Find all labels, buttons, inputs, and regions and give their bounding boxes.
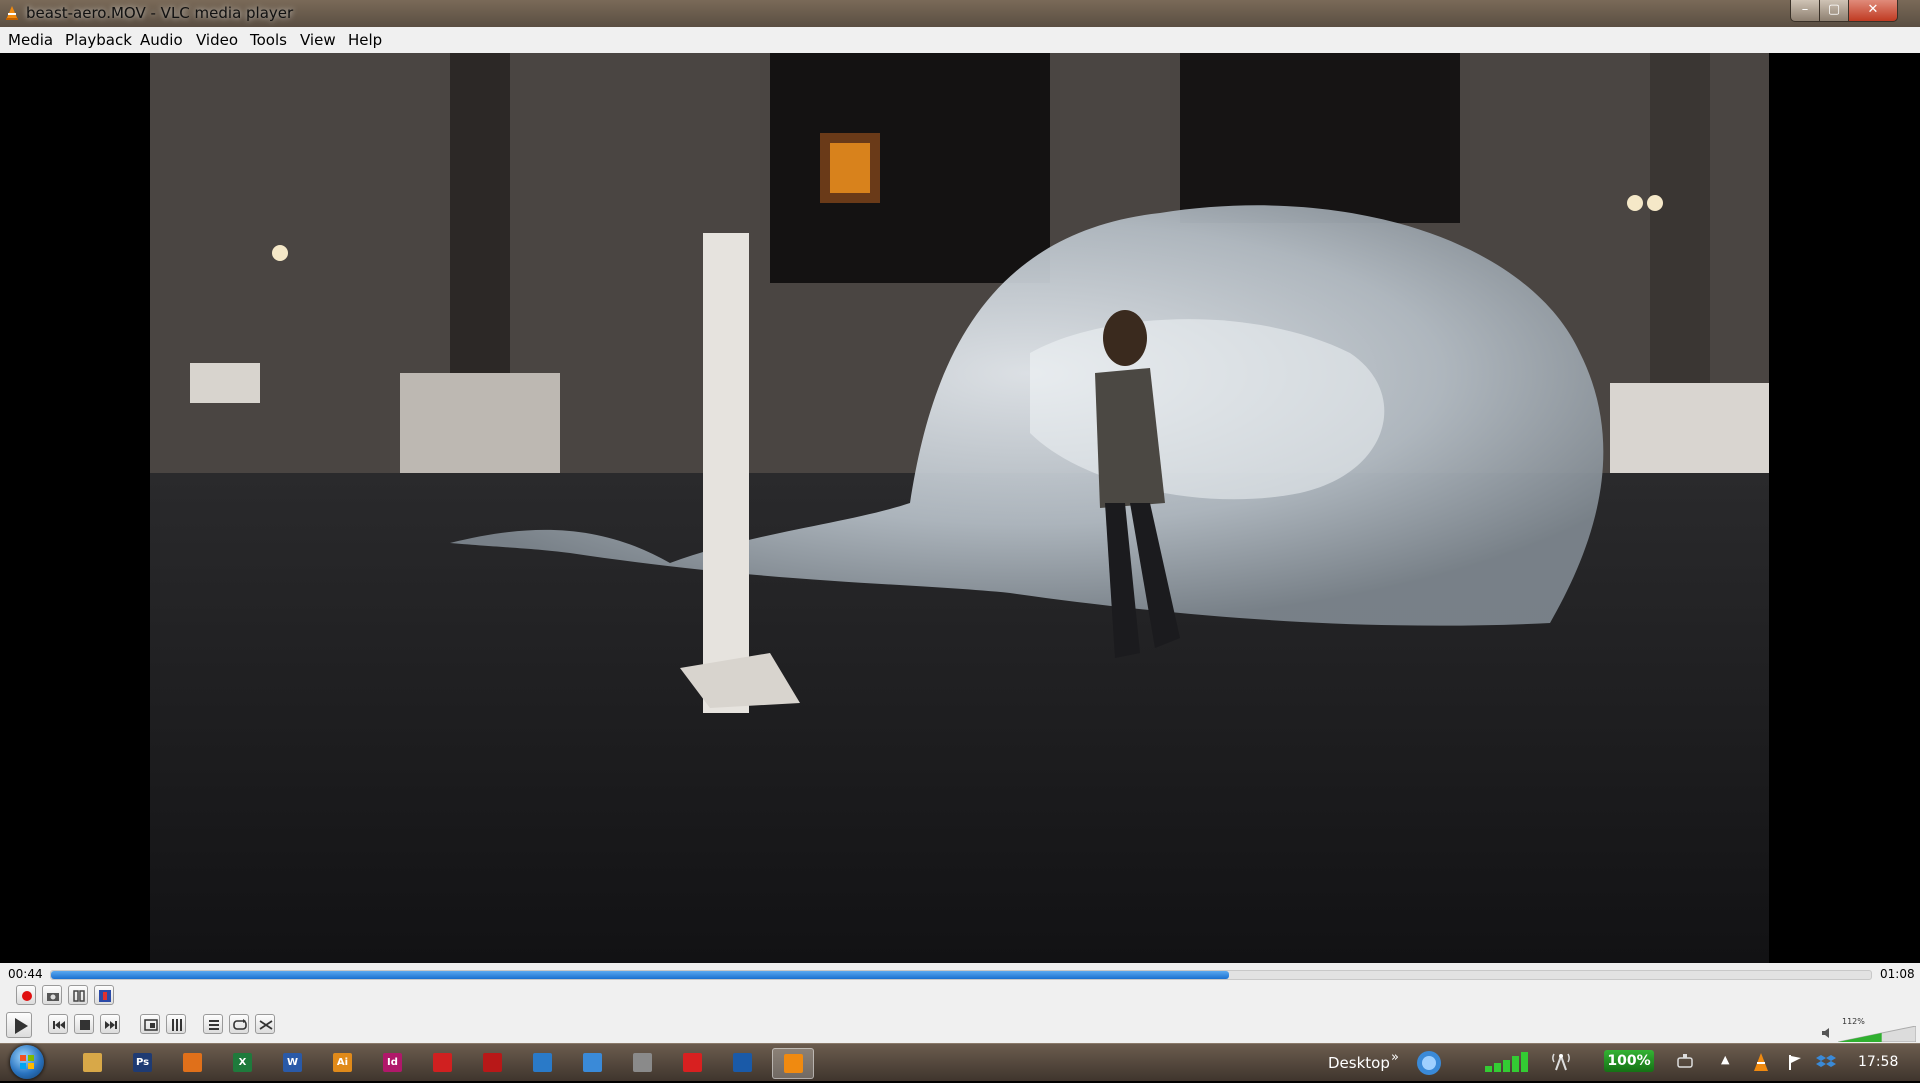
taskbar-app-acrobat[interactable] — [422, 1048, 462, 1077]
video-scene — [150, 53, 1769, 963]
acrobat-pro-icon — [483, 1053, 502, 1072]
taskbar-app-printer[interactable] — [622, 1048, 662, 1077]
loop-ab-icon — [73, 990, 85, 1002]
taskbar-app-acrobat-pro[interactable] — [472, 1048, 512, 1077]
start-button[interactable] — [10, 1045, 44, 1079]
loop-icon — [233, 1019, 247, 1030]
menu-help[interactable]: Help — [348, 31, 382, 49]
indesign-icon: Id — [383, 1053, 402, 1072]
close-button[interactable]: ✕ — [1848, 0, 1898, 22]
shuffle-button[interactable] — [255, 1014, 275, 1034]
menu-playback[interactable]: Playback — [65, 31, 132, 49]
menu-video[interactable]: Video — [196, 31, 238, 49]
taskbar: Ps X W Ai Id Desktop » 100% ▲ 17:58 — [0, 1043, 1920, 1081]
vlc-app-icon — [4, 5, 20, 25]
next-button[interactable] — [100, 1014, 120, 1034]
wireless-tower-icon[interactable] — [1550, 1050, 1572, 1072]
video-frame — [150, 53, 1769, 963]
title-bar: beast-aero.MOV - VLC media player – ▢ ✕ — [0, 0, 1920, 27]
taskbar-app-dropbox[interactable] — [572, 1048, 612, 1077]
taskbar-app-vlc[interactable] — [772, 1048, 814, 1079]
excel-icon: X — [233, 1053, 252, 1072]
menu-view[interactable]: View — [300, 31, 336, 49]
firefox-icon — [183, 1053, 202, 1072]
volume-slider[interactable] — [1838, 1026, 1916, 1042]
seek-progress — [51, 971, 1229, 979]
windows-logo-icon — [20, 1055, 34, 1069]
window-title: beast-aero.MOV - VLC media player — [26, 4, 294, 22]
taskbar-app-illustrator[interactable]: Ai — [322, 1048, 362, 1077]
network-monitor-icon[interactable] — [1415, 1048, 1445, 1077]
taskbar-app-firefox[interactable] — [172, 1048, 212, 1077]
menu-bar: Media Playback Audio Video Tools View He… — [0, 27, 1920, 54]
record-button[interactable] — [16, 985, 36, 1005]
taskbar-app-indesign[interactable]: Id — [372, 1048, 412, 1077]
extended-settings-icon — [172, 1019, 182, 1031]
printer-icon — [633, 1053, 652, 1072]
extended-settings-button[interactable] — [166, 1014, 186, 1034]
loop-button[interactable] — [229, 1014, 249, 1034]
previous-icon — [53, 1021, 65, 1029]
menu-media[interactable]: Media — [8, 31, 53, 49]
next-icon — [105, 1021, 117, 1029]
explorer-icon — [83, 1053, 102, 1072]
record-icon — [22, 991, 32, 1001]
illustrator-icon: Ai — [333, 1053, 352, 1072]
frame-step-button[interactable] — [94, 985, 114, 1005]
system-clock[interactable]: 17:58 — [1858, 1054, 1898, 1070]
playback-controls: 00:44 01:08 112% — [0, 963, 1920, 1043]
word-icon: W — [283, 1053, 302, 1072]
taskbar-app-ccleaner[interactable] — [722, 1048, 762, 1077]
signal-strength-icon[interactable] — [1485, 1052, 1539, 1072]
loop-ab-button[interactable] — [68, 985, 88, 1005]
browser-icon — [533, 1053, 552, 1072]
show-hidden-icons-icon[interactable]: ▲ — [1721, 1053, 1729, 1066]
menu-audio[interactable]: Audio — [140, 31, 183, 49]
taskbar-app-photoshop[interactable]: Ps — [122, 1048, 162, 1077]
stop-button[interactable] — [74, 1014, 94, 1034]
total-time: 01:08 — [1880, 967, 1915, 981]
acrobat-icon — [433, 1053, 452, 1072]
photoshop-icon: Ps — [133, 1053, 152, 1072]
dropbox-tray-icon[interactable] — [1816, 1053, 1836, 1071]
previous-button[interactable] — [48, 1014, 68, 1034]
power-plug-icon[interactable] — [1675, 1052, 1695, 1072]
volume-level-label: 112% — [1842, 1017, 1865, 1026]
action-center-flag-icon[interactable] — [1786, 1053, 1804, 1071]
red-app-icon — [683, 1053, 702, 1072]
taskbar-app-red-app[interactable] — [672, 1048, 712, 1077]
playlist-icon — [209, 1020, 219, 1030]
speaker-icon[interactable] — [1820, 1026, 1834, 1040]
minimize-button[interactable]: – — [1790, 0, 1820, 22]
shuffle-icon — [259, 1020, 273, 1030]
maximize-button[interactable]: ▢ — [1819, 0, 1849, 22]
snapshot-button[interactable] — [42, 985, 62, 1005]
ccleaner-icon — [733, 1053, 752, 1072]
stop-icon — [80, 1020, 90, 1030]
elapsed-time: 00:44 — [8, 967, 43, 981]
fullscreen-button[interactable] — [140, 1014, 160, 1034]
seek-bar[interactable] — [50, 970, 1872, 980]
vlc-tray-icon[interactable] — [1752, 1052, 1770, 1072]
vlc-icon — [784, 1054, 803, 1073]
desktop-toolbar-chevron[interactable]: » — [1391, 1050, 1399, 1065]
taskbar-app-word[interactable]: W — [272, 1048, 312, 1077]
dropbox-icon — [583, 1053, 602, 1072]
snapshot-icon — [47, 993, 59, 1001]
video-area[interactable] — [0, 53, 1920, 963]
taskbar-app-explorer[interactable] — [72, 1048, 112, 1077]
play-icon — [15, 1018, 28, 1034]
taskbar-app-browser[interactable] — [522, 1048, 562, 1077]
battery-indicator[interactable]: 100% — [1604, 1050, 1654, 1072]
playlist-button[interactable] — [203, 1014, 223, 1034]
menu-tools[interactable]: Tools — [250, 31, 287, 49]
play-button[interactable] — [6, 1012, 32, 1038]
desktop-toolbar-label[interactable]: Desktop — [1328, 1054, 1390, 1072]
fullscreen-icon — [144, 1019, 158, 1031]
frame-step-icon — [99, 990, 111, 1002]
taskbar-app-excel[interactable]: X — [222, 1048, 262, 1077]
